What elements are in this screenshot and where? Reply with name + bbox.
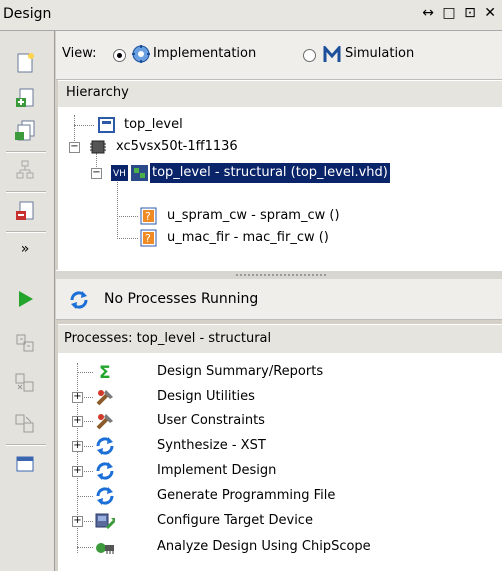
hierarchy-header-label: Hierarchy [66, 85, 129, 100]
chipscope-icon [96, 543, 114, 554]
view-selector-bar: View: Implementation Simulation [56, 31, 502, 80]
process-run-icon [96, 462, 114, 480]
process-item-design-summary[interactable]: Σ Design Summary/Reports [58, 362, 498, 382]
new-source-icon [17, 53, 34, 73]
add-source-button[interactable] [12, 86, 38, 110]
simulation-icon [323, 46, 341, 62]
tree-item-label: u_spram_cw - spram_cw () [167, 208, 340, 223]
simulation-radio[interactable] [303, 49, 316, 62]
process-item-generate-programming-file[interactable]: Generate Programming File [58, 486, 498, 506]
tree-item-label: top_level - structural (top_level.vhd) [150, 163, 390, 183]
remove-source-icon [16, 201, 34, 220]
process-item-implement-design[interactable]: + Implement Design [58, 461, 498, 481]
process-label: Synthesize - XST [157, 438, 266, 453]
panel-title-bar: Design ↔ □ ⊡ ✕ [0, 0, 502, 31]
implementation-radio[interactable] [113, 49, 126, 62]
left-toolbar: » [0, 31, 55, 571]
tree-item-label: u_mac_fir - mac_fir_cw () [167, 230, 329, 245]
process-label: User Constraints [157, 413, 265, 428]
svg-text:VH: VH [113, 169, 126, 179]
vhdl-module-icon: VH [111, 165, 148, 181]
expand-toggle[interactable]: + [72, 466, 83, 477]
expand-toggle[interactable]: + [72, 441, 83, 452]
processes-header: Processes: top_level - structural [58, 324, 502, 354]
hierarchy-icon [16, 160, 34, 179]
remove-source-button[interactable] [12, 199, 38, 223]
rerun-icon [16, 334, 34, 352]
run-icon [19, 291, 33, 307]
add-source-icon [16, 88, 34, 107]
process-label: Design Summary/Reports [157, 364, 324, 379]
processes-header-label: Processes: top_level - structural [64, 331, 272, 346]
process-label: Design Utilities [157, 389, 255, 404]
panel-window-controls[interactable]: ↔ □ ⊡ ✕ [422, 5, 498, 21]
tree-item-label: top_level [124, 117, 183, 132]
more-tools-button[interactable]: » [12, 237, 38, 261]
process-item-design-utilities[interactable]: + Design Utilities [58, 387, 498, 407]
process-item-analyze-chipscope[interactable]: Analyze Design Using ChipScope [58, 537, 498, 557]
missing-module-icon: ? [140, 207, 157, 225]
tools-icon [96, 414, 113, 430]
svg-text:?: ? [145, 232, 151, 245]
configure-device-icon [95, 513, 116, 530]
add-copy-source-icon [15, 120, 35, 141]
process-label: Generate Programming File [157, 488, 336, 503]
process-status-icon [70, 291, 88, 309]
simulation-option-label[interactable]: Simulation [345, 46, 414, 61]
process-run-icon [96, 437, 114, 455]
expand-toggle[interactable]: + [72, 416, 83, 427]
collapse-toggle[interactable]: − [91, 168, 102, 179]
window-icon [16, 456, 34, 472]
svg-text:Σ: Σ [99, 363, 111, 381]
view-label: View: [62, 46, 97, 61]
sigma-icon: Σ [99, 363, 111, 381]
new-source-button[interactable] [12, 51, 38, 75]
process-run-icon [96, 487, 114, 505]
panel-title: Design [3, 6, 52, 22]
process-label: Implement Design [157, 463, 277, 478]
expand-toggle[interactable]: + [72, 392, 83, 403]
tools-icon [96, 390, 113, 406]
hierarchy-tree: top_level − xc5vsx50t-1ff1136 − VH top_l… [58, 107, 502, 270]
process-status-text: No Processes Running [104, 291, 259, 307]
processes-tree: Σ Design Summary/Reports + Design Utilit… [58, 353, 502, 571]
process-item-configure-target-device[interactable]: + Configure Target Device [58, 511, 498, 531]
missing-module-icon: ? [140, 229, 157, 247]
expand-toggle[interactable]: + [72, 516, 83, 527]
stop-process-icon [15, 414, 34, 433]
process-item-synthesize-xst[interactable]: + Synthesize - XST [58, 436, 498, 456]
svg-text:?: ? [145, 210, 151, 223]
rerun-button[interactable] [12, 331, 38, 355]
double-chevron-down-icon: » [20, 241, 30, 257]
process-item-user-constraints[interactable]: + User Constraints [58, 411, 498, 431]
tree-item-top-level-structural[interactable]: − VH top_level - structural (top_level.v… [90, 163, 500, 183]
hierarchy-view-button[interactable] [12, 158, 38, 182]
stop-button[interactable] [12, 412, 38, 436]
implementation-option-label[interactable]: Implementation [153, 46, 256, 61]
process-status-bar: No Processes Running [56, 279, 502, 320]
project-file-icon [98, 117, 115, 133]
rerun-all-icon [15, 373, 34, 392]
tree-item-label: xc5vsx50t-1ff1136 [116, 139, 238, 154]
collapse-toggle[interactable]: − [69, 142, 80, 153]
chip-icon [90, 140, 106, 154]
hierarchy-header: Hierarchy [58, 80, 502, 108]
process-label: Analyze Design Using ChipScope [157, 539, 371, 554]
implementation-icon [132, 45, 150, 63]
tree-item-device[interactable]: − xc5vsx50t-1ff1136 [68, 137, 388, 157]
process-label: Configure Target Device [157, 513, 313, 528]
rerun-all-button[interactable] [12, 371, 38, 395]
run-button[interactable] [12, 287, 38, 311]
add-copy-source-button[interactable] [12, 119, 38, 143]
view-report-button[interactable] [12, 452, 38, 476]
